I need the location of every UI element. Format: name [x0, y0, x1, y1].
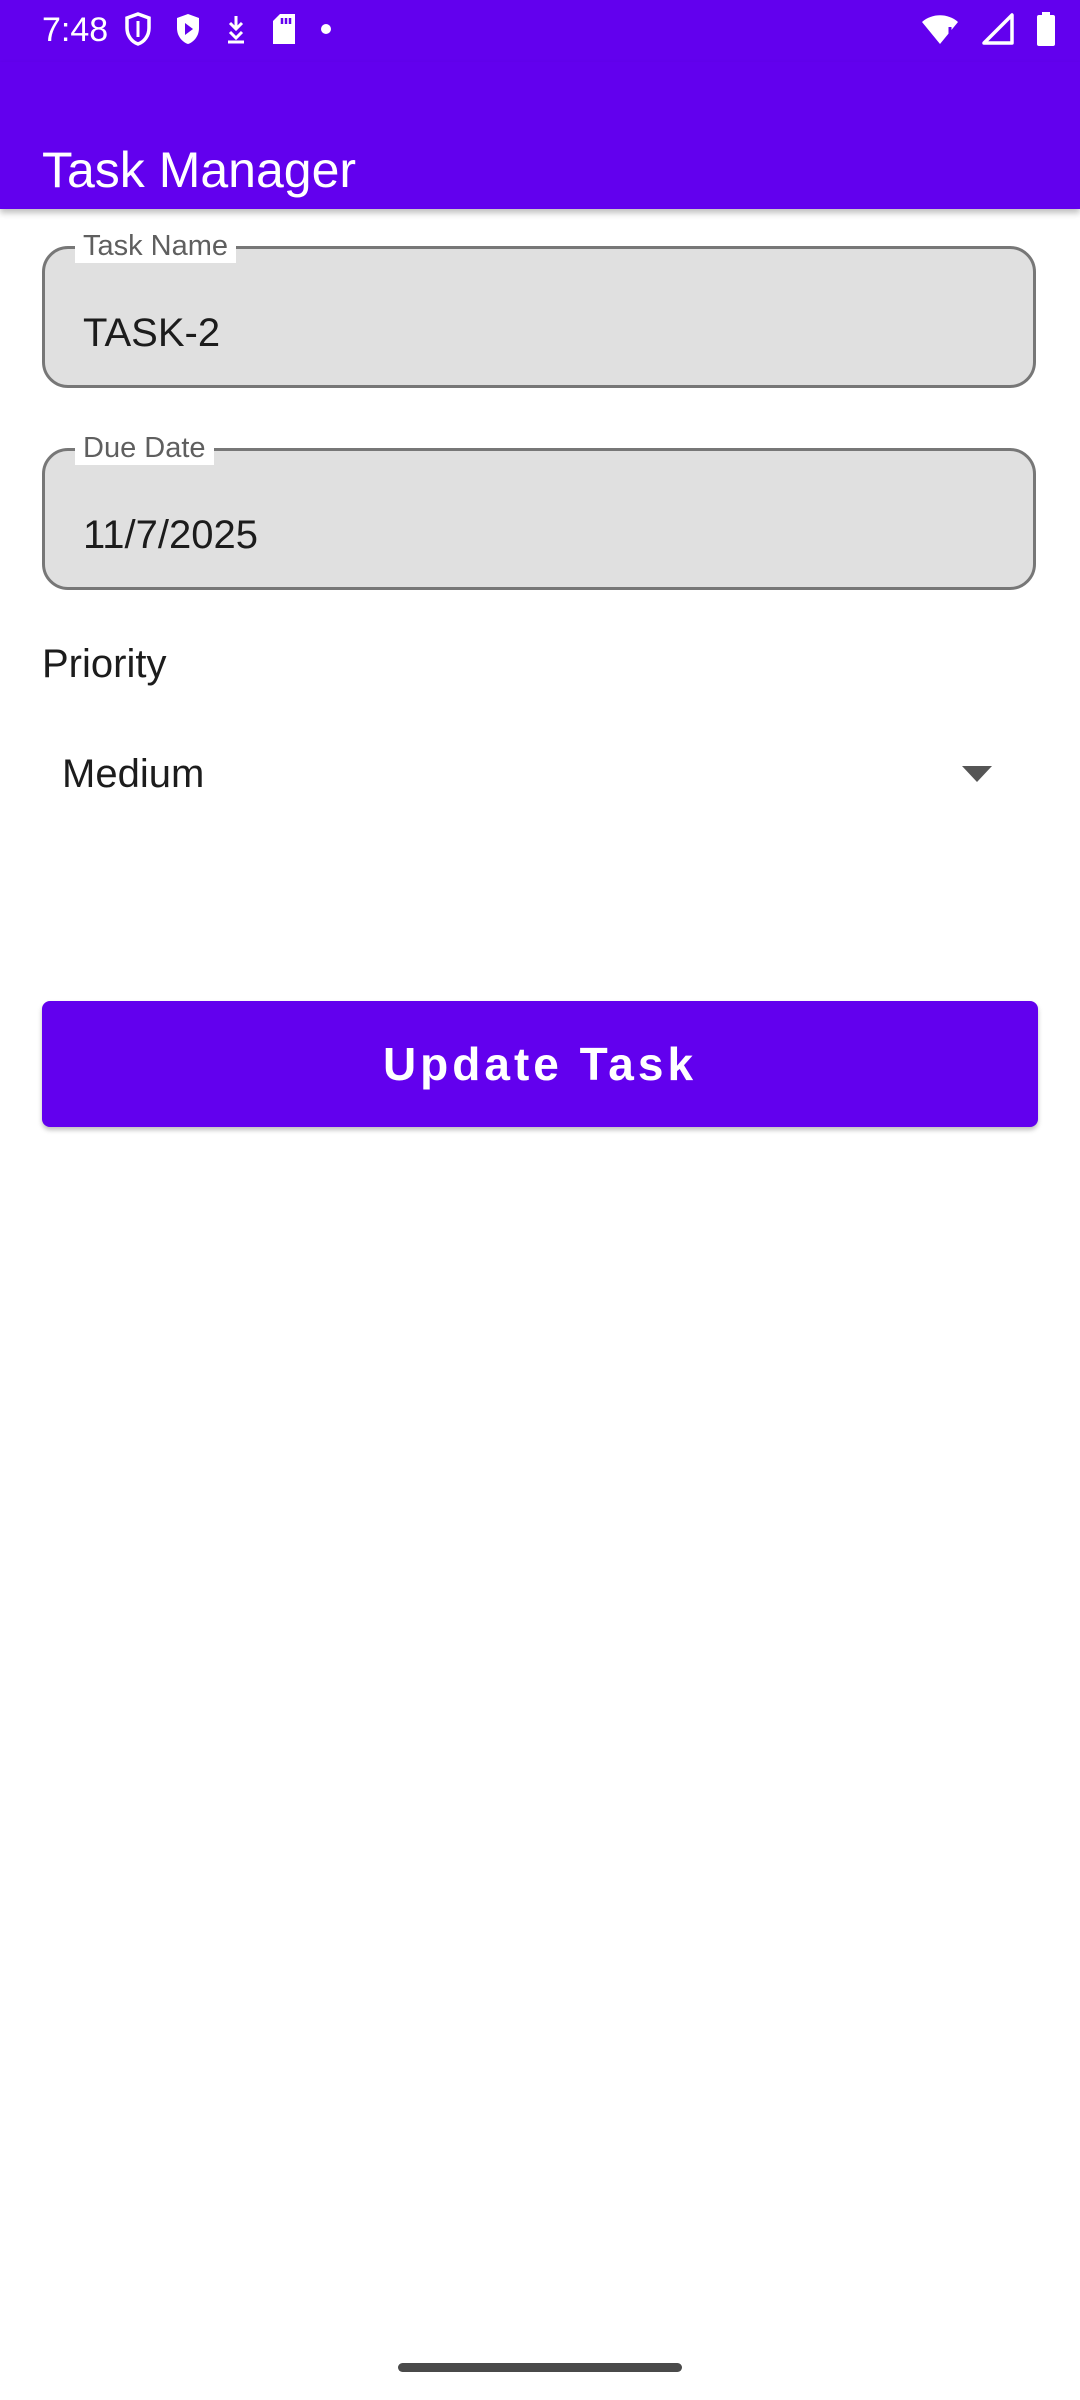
- download-icon: [224, 14, 248, 49]
- battery-icon: [1036, 11, 1056, 51]
- wifi-icon: [920, 13, 960, 50]
- priority-label: Priority: [42, 642, 167, 686]
- sd-card-icon: [270, 12, 298, 51]
- dot-icon: [320, 22, 332, 40]
- signal-icon: [982, 12, 1014, 50]
- task-name-label: Task Name: [75, 229, 237, 263]
- play-protect-icon: [174, 12, 202, 51]
- status-bar: 7:48: [0, 0, 1080, 62]
- update-task-button[interactable]: Update Task: [42, 1001, 1038, 1127]
- due-date-field[interactable]: Due Date 11/7/2025: [42, 431, 1036, 590]
- chevron-down-icon[interactable]: [962, 766, 992, 782]
- due-date-input[interactable]: 11/7/2025: [83, 511, 258, 559]
- home-indicator[interactable]: [398, 2363, 682, 2372]
- status-time: 7:48: [42, 11, 109, 49]
- due-date-label: Due Date: [75, 431, 214, 465]
- task-name-input[interactable]: TASK-2: [83, 309, 220, 357]
- priority-selected-value: Medium: [62, 752, 205, 796]
- notification-icons: [124, 11, 354, 51]
- task-name-field[interactable]: Task Name TASK-2: [42, 229, 1036, 388]
- app-bar: Task Manager: [0, 62, 1080, 209]
- shield-icon: [124, 11, 152, 51]
- system-icons: [920, 11, 1056, 51]
- priority-dropdown[interactable]: Medium: [42, 722, 1036, 830]
- page-title: Task Manager: [42, 141, 357, 198]
